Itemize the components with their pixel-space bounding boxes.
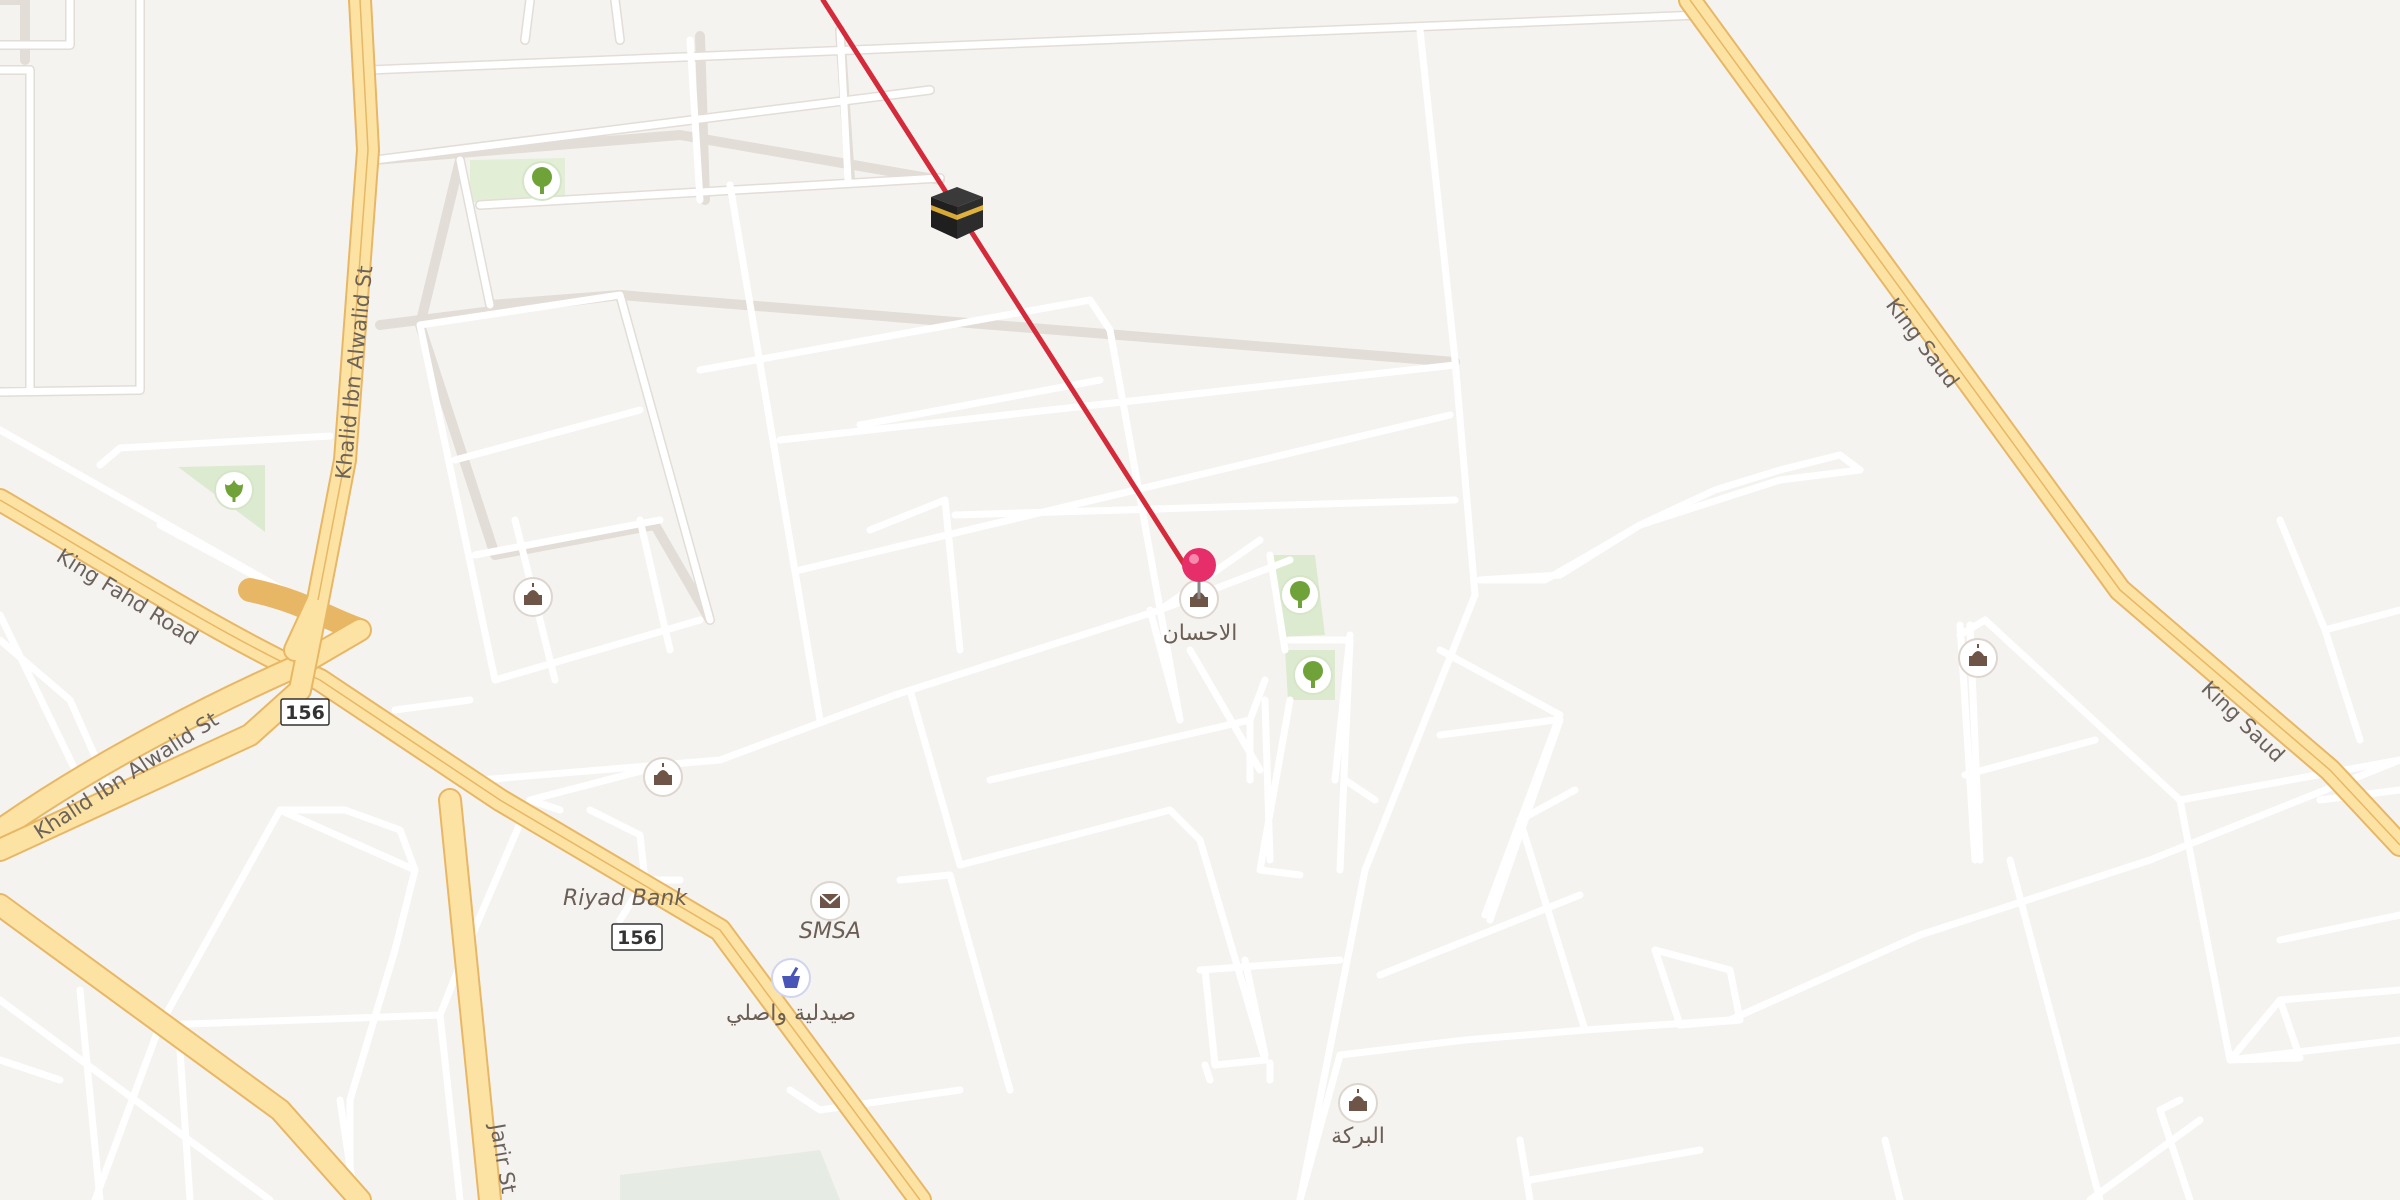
flower-icon[interactable] bbox=[214, 470, 254, 510]
poi-label-pharmacy: صيدلية واصلي bbox=[726, 1001, 856, 1026]
tree-icon[interactable] bbox=[1293, 655, 1333, 695]
poi-label-smsa: SMSA bbox=[799, 919, 861, 944]
envelope-icon[interactable] bbox=[810, 881, 850, 921]
poi-label-mosque-ihsan: الاحسان bbox=[1163, 621, 1238, 646]
poi-label-riyad-bank: Riyad Bank bbox=[563, 886, 688, 911]
qibla-direction-line bbox=[820, 0, 1201, 589]
route-shield: 156 bbox=[280, 698, 330, 726]
map-canvas[interactable]: Khalid Ibn Alwalid St Khalid Ibn Alwalid… bbox=[0, 0, 2400, 1200]
pharmacy-icon[interactable] bbox=[771, 958, 811, 998]
tree-icon[interactable] bbox=[522, 161, 562, 201]
road-label-khalid-north: Khalid Ibn Alwalid St bbox=[331, 265, 377, 481]
road-label-khalid-south: Khalid Ibn Alwalid St bbox=[30, 707, 223, 844]
route-shield: 156 bbox=[611, 923, 663, 951]
mosque-icon[interactable] bbox=[643, 757, 683, 797]
mosque-icon[interactable] bbox=[1958, 638, 1998, 678]
tree-icon[interactable] bbox=[1280, 575, 1320, 615]
poi-label-mosque-baraka: البركة bbox=[1331, 1124, 1385, 1149]
svg-text:156: 156 bbox=[285, 702, 325, 724]
mosque-icon[interactable] bbox=[1338, 1083, 1378, 1123]
svg-text:156: 156 bbox=[617, 927, 657, 949]
mosque-icon[interactable] bbox=[513, 577, 553, 617]
kaaba-icon[interactable] bbox=[931, 187, 983, 239]
